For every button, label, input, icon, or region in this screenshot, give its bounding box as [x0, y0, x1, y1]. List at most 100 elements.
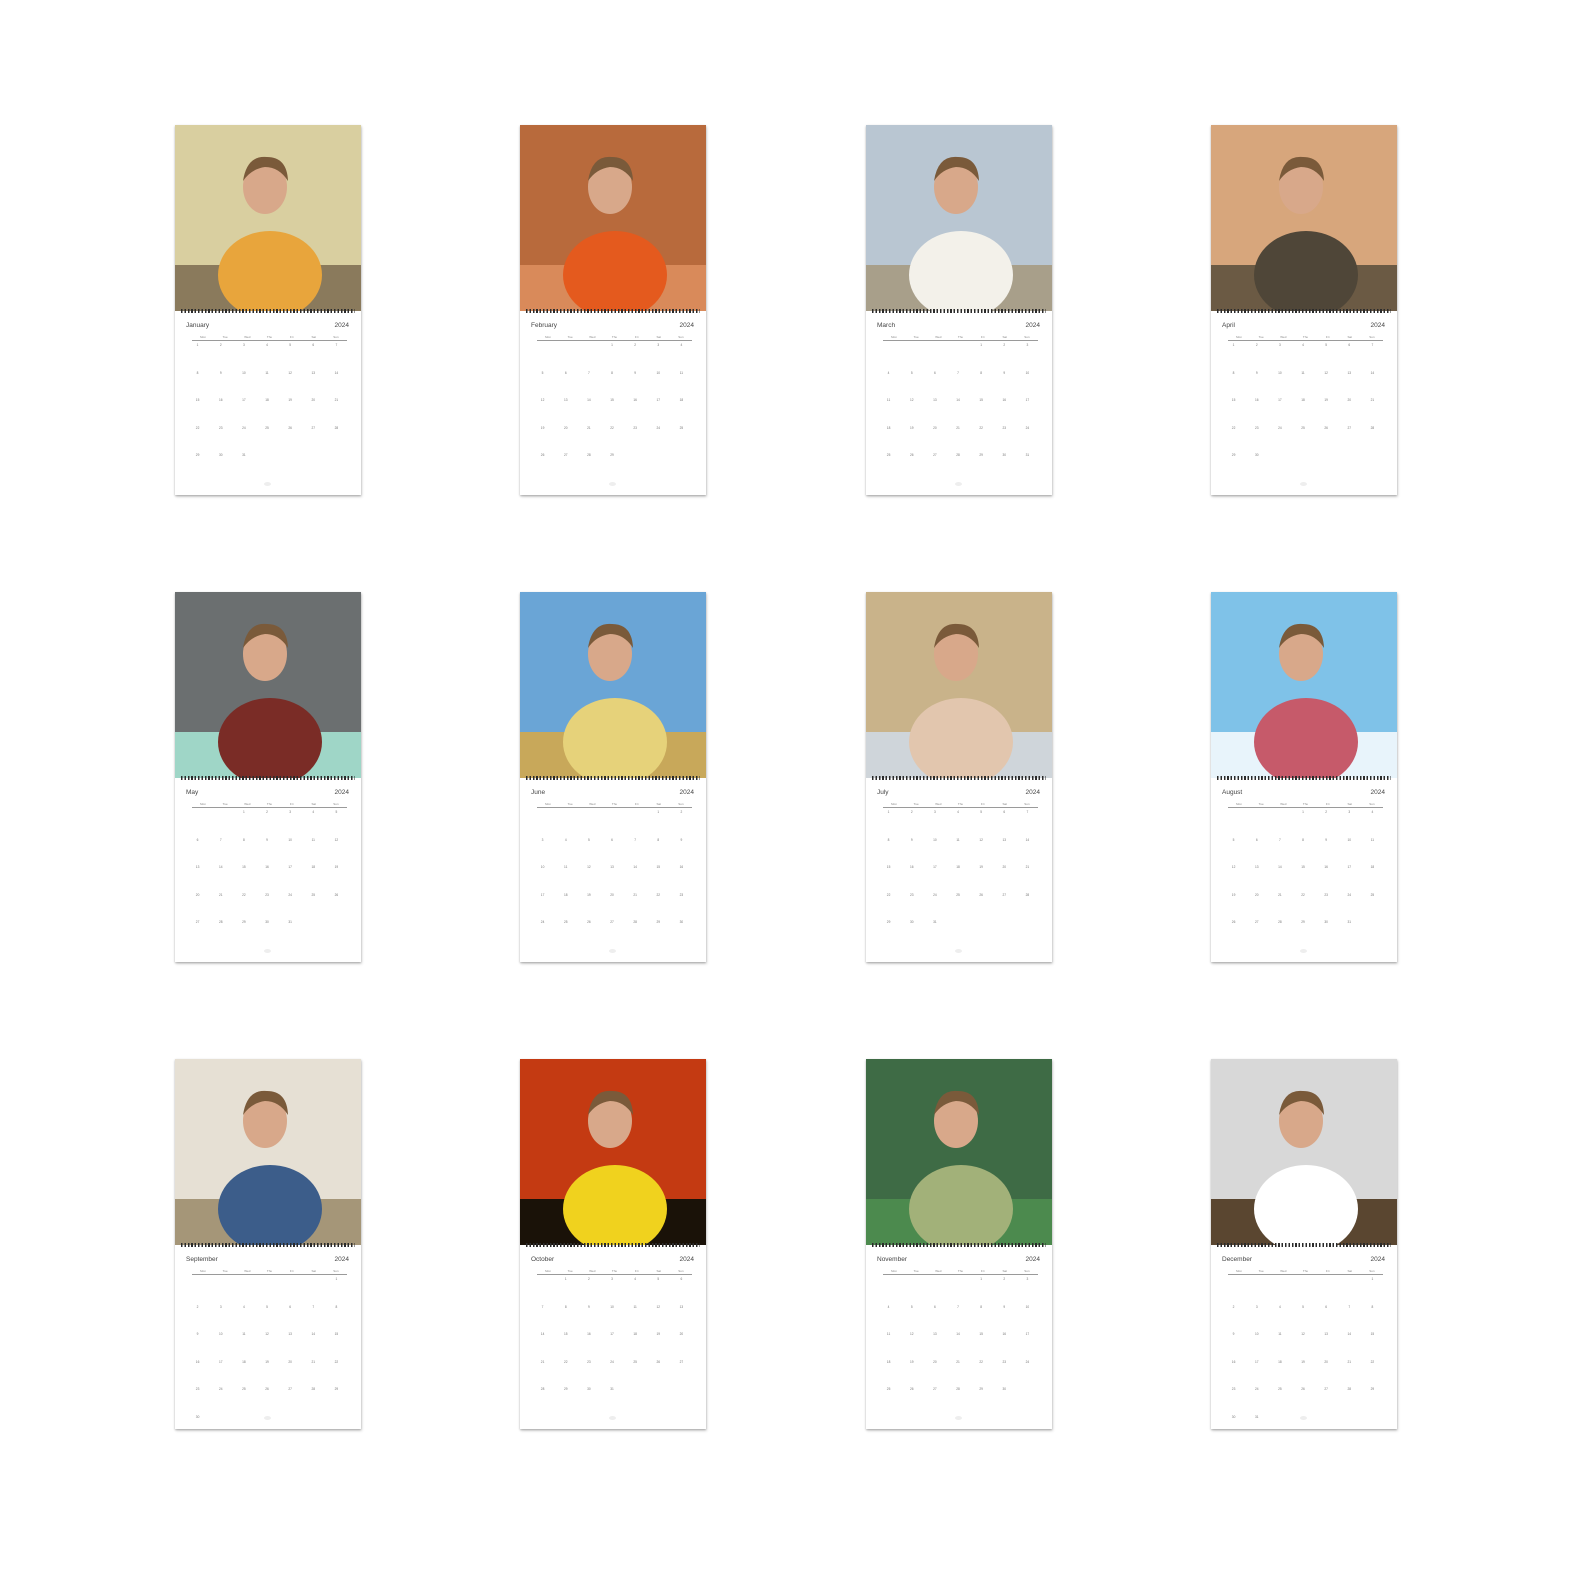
- day-cell: 29: [979, 1387, 983, 1391]
- day-cell: 12: [1324, 370, 1328, 375]
- day-cell: 5: [266, 1304, 268, 1309]
- weekday-label: Thu: [266, 335, 273, 339]
- month-title: September: [186, 1256, 218, 1263]
- day-cell-empty: [255, 1275, 278, 1303]
- weekday-label: Thu: [611, 802, 618, 806]
- calendar-page-june[interactable]: June 2024 Mon Tue Wed Thu Fri Sat Sun 12345678…: [520, 592, 706, 962]
- calendar-page-april[interactable]: April 2024 Mon Tue Wed Thu Fri Sat Sun 1234567…: [1211, 125, 1397, 495]
- day-cell: 22: [886, 892, 891, 897]
- day-cell: 1: [1232, 343, 1235, 347]
- day-cell: 11: [1370, 837, 1375, 842]
- day-cell: 19: [979, 865, 983, 869]
- day-cell: 3: [1278, 343, 1281, 347]
- day-cell: 26: [1301, 1387, 1305, 1391]
- day-cell: 4: [242, 1304, 245, 1309]
- calendar-page-december[interactable]: December 2024 Mon Tue Wed Thu Fri Sat Sun 1234…: [1211, 1059, 1397, 1429]
- day-cell: 22: [1301, 892, 1305, 897]
- weekday-label: Sat: [311, 802, 317, 806]
- day-grid: 1 2 3 4 5 6 7 8 9 10 11 12 13 14 15 16 17 18 19 20 21 22 23 24 2…: [186, 808, 348, 946]
- day-cell: 21: [1025, 865, 1030, 869]
- day-cell: 1: [657, 810, 660, 814]
- day-cell: 2: [1003, 1277, 1006, 1281]
- calendar-page-march[interactable]: March 2024 Mon Tue Wed Thu Fri Sat Sun 1234567…: [866, 125, 1052, 495]
- day-cell: 24: [1254, 1387, 1259, 1391]
- day-cell: 4: [957, 810, 959, 814]
- day-cell: 1: [196, 343, 199, 347]
- calendar-page-august[interactable]: August 2024 Mon Tue Wed Thu Fri Sat Sun 123456…: [1211, 592, 1397, 962]
- day-cell: 14: [633, 865, 637, 869]
- weekday-label: Mon: [1236, 802, 1242, 806]
- day-cell: 23: [218, 425, 223, 430]
- calendar-page-november[interactable]: November 2024 Mon Tue Wed Thu Fri Sat Sun 1234…: [866, 1059, 1052, 1429]
- month-title: February: [531, 322, 558, 329]
- weekday-label: Thu: [266, 802, 273, 806]
- day-cell: 5: [1325, 343, 1328, 347]
- day-cell: 7: [1278, 837, 1281, 842]
- day-cell: 28: [334, 425, 339, 430]
- day-cell: 10: [610, 1304, 614, 1309]
- weekday-header-row: Mon Tue Wed Thu Fri Sat Sun: [883, 335, 1038, 339]
- day-cell: 12: [656, 1304, 661, 1309]
- day-cell: 15: [334, 1332, 339, 1336]
- weekday-label: Mon: [200, 335, 206, 339]
- day-cell: 5: [910, 370, 913, 375]
- weekday-label: Thu: [611, 335, 618, 339]
- footer-logo-mark: [1300, 949, 1307, 953]
- weekday-header-row: Mon Tue Wed Thu Fri Sat Sun: [883, 802, 1038, 806]
- calendar-page-october[interactable]: October 2024 Mon Tue Wed Thu Fri Sat Sun 12345…: [520, 1059, 706, 1429]
- weekday-header-row: Mon Tue Wed Thu Fri Sat Sun: [1228, 802, 1383, 806]
- calendar-page-may[interactable]: May 2024 Mon Tue Wed Thu Fri Sat Sun 123456789…: [175, 592, 361, 962]
- day-cell-empty: [554, 808, 577, 836]
- day-cell: 2: [910, 810, 913, 814]
- calendar-page-january[interactable]: January 2024 Mon Tue Wed Thu Fri Sat Sun 12345…: [175, 125, 361, 495]
- day-cell: 27: [610, 920, 614, 924]
- day-cell: 5: [335, 810, 338, 814]
- calendar-page-september[interactable]: September 2024 Mon Tue Wed Thu Fri Sat Sun 123…: [175, 1059, 361, 1429]
- day-cell: 6: [1325, 1304, 1328, 1309]
- day-cell: 5: [980, 810, 983, 814]
- day-cell: 12: [587, 865, 591, 869]
- year-label: 2024: [334, 1256, 349, 1263]
- day-cell: 11: [886, 398, 891, 402]
- day-cell-empty: [531, 341, 554, 369]
- day-cell: 31: [610, 1387, 614, 1391]
- day-cell: 6: [1348, 343, 1351, 347]
- day-cell: 28: [1278, 920, 1282, 924]
- day-cell: 7: [335, 343, 338, 347]
- weekday-label: Thu: [957, 1269, 964, 1273]
- day-cell: 5: [910, 1304, 913, 1309]
- day-cell-empty: [1291, 1275, 1314, 1303]
- day-cell: 15: [1231, 398, 1236, 402]
- day-cell: 28: [218, 920, 223, 924]
- day-cell-empty: [877, 1275, 900, 1303]
- day-cell: 19: [265, 1359, 269, 1364]
- day-cell: 17: [1347, 865, 1352, 869]
- day-cell: 8: [335, 1304, 338, 1309]
- day-cell: 29: [563, 1387, 568, 1391]
- day-cell: 29: [242, 920, 246, 924]
- day-cell: 17: [933, 865, 937, 869]
- day-cell: 20: [610, 892, 614, 897]
- day-cell-empty: [923, 1275, 946, 1303]
- calendar-grid-area: December 2024 Mon Tue Wed Thu Fri Sat Sun 1234…: [1211, 1247, 1397, 1429]
- day-cell: 3: [1348, 810, 1351, 814]
- year-label: 2024: [1370, 322, 1385, 329]
- year-label: 2024: [679, 789, 694, 796]
- day-cell: 18: [242, 1359, 246, 1364]
- calendar-page-july[interactable]: July 2024 Mon Tue Wed Thu Fri Sat Sun 12345678…: [866, 592, 1052, 962]
- day-cell: 18: [265, 398, 269, 402]
- weekday-label: Fri: [634, 802, 639, 806]
- weekday-header-row: Mon Tue Wed Thu Fri Sat Sun: [1228, 1269, 1383, 1273]
- day-cell: 10: [1025, 370, 1030, 375]
- calendar-grid-area: January 2024 Mon Tue Wed Thu Fri Sat Sun 12345…: [175, 313, 361, 495]
- day-cell: 27: [1347, 425, 1352, 430]
- footer-logo-mark: [609, 482, 616, 486]
- day-cell: 17: [540, 892, 545, 897]
- day-cell: 20: [933, 425, 937, 430]
- day-cell: 12: [540, 398, 545, 402]
- day-cell: 11: [1278, 1332, 1282, 1336]
- day-grid: 1 2 3 4 5 6 7 8 9 10 11 12 13 14 15 16 17 18 19 20 21 22 23 24 2…: [877, 808, 1039, 946]
- calendar-page-february[interactable]: February 2024 Mon Tue Wed Thu Fri Sat Sun 1234…: [520, 125, 706, 495]
- day-cell-empty: [186, 808, 209, 836]
- calendar-grid-area: March 2024 Mon Tue Wed Thu Fri Sat Sun 1234567…: [866, 313, 1052, 495]
